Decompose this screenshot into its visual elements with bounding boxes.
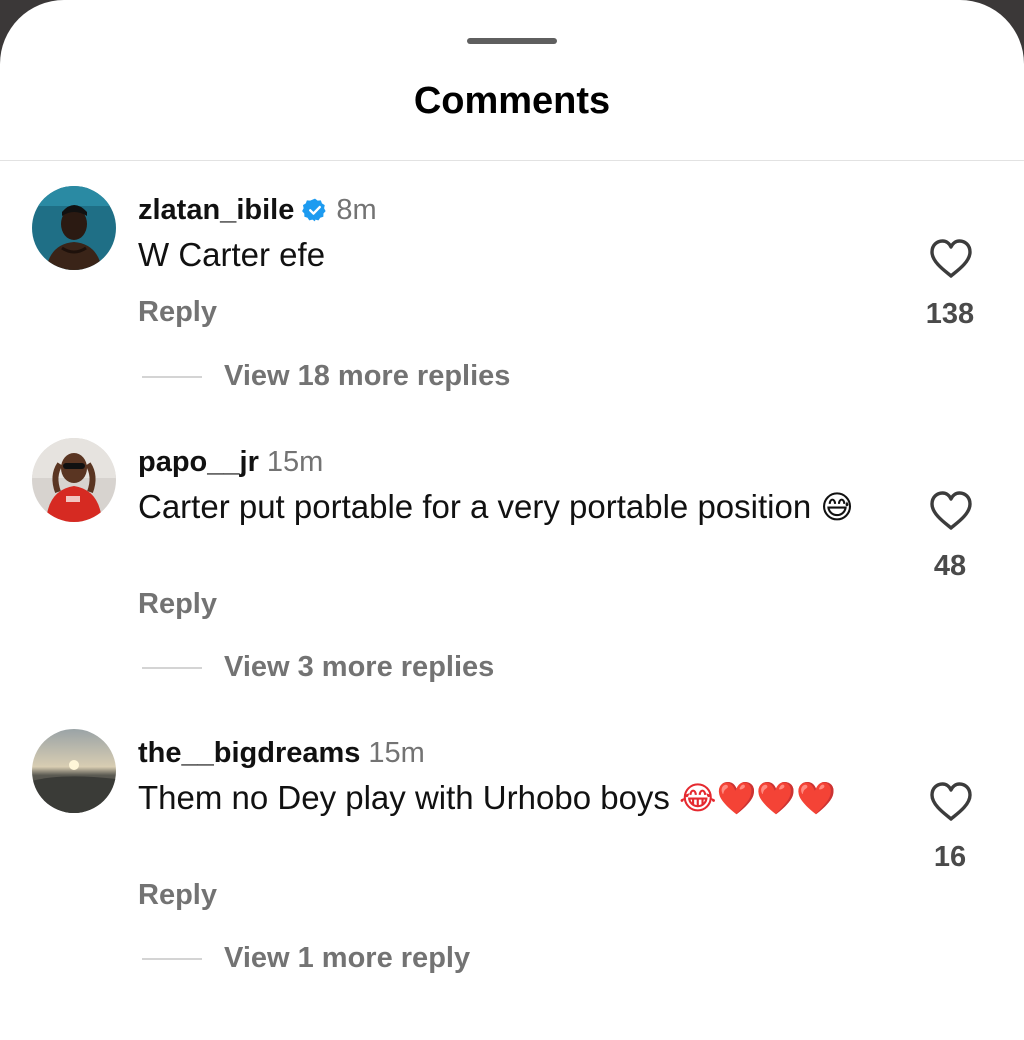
avatar[interactable]: [32, 438, 116, 522]
like-count: 138: [925, 298, 975, 330]
replies-thread-line: [142, 958, 202, 960]
comment-username[interactable]: papo__jr: [138, 446, 259, 479]
sheet-title: Comments: [413, 80, 611, 122]
header-divider: [0, 160, 1024, 161]
reply-button[interactable]: Reply: [138, 296, 217, 329]
comment-username[interactable]: the__bigdreams: [138, 737, 360, 770]
avatar[interactable]: [32, 186, 116, 270]
like-count: 48: [933, 550, 967, 582]
comment-body: W Carter efe: [138, 236, 326, 273]
comment-header: papo__jr 15m: [138, 444, 323, 480]
comment-time: 8m: [336, 193, 377, 226]
comment-time: 15m: [368, 736, 425, 769]
heart-outline-icon[interactable]: [928, 238, 974, 280]
comment-emoji: 😅: [820, 488, 854, 526]
comment-text: W Carter efe: [138, 234, 858, 275]
comment-text: Carter put portable for a very portable …: [138, 486, 858, 528]
heart-outline-icon[interactable]: [928, 490, 974, 532]
comment-text: Them no Dey play with Urhobo boys 😂❤️❤️❤…: [138, 777, 858, 819]
sheet-drag-handle[interactable]: [467, 38, 557, 44]
comment-header: zlatan_ibile 8m: [138, 192, 377, 228]
comment-body: Carter put portable for a very portable …: [138, 488, 812, 525]
view-more-replies-button[interactable]: View 18 more replies: [224, 360, 510, 393]
comment-body: Them no Dey play with Urhobo boys: [138, 779, 670, 816]
verified-badge-icon: [302, 197, 328, 223]
heart-outline-icon[interactable]: [928, 781, 974, 823]
replies-thread-line: [142, 667, 202, 669]
comment-time: 15m: [266, 445, 324, 478]
avatar[interactable]: [32, 729, 116, 813]
comments-sheet: Comments zlatan_ibile 8m W Carter efe Re…: [0, 0, 1024, 1040]
view-more-replies-button[interactable]: View 1 more reply: [224, 942, 470, 975]
comment-username[interactable]: zlatan_ibile: [138, 194, 294, 227]
reply-button[interactable]: Reply: [138, 879, 217, 912]
comment-header: the__bigdreams 15m: [138, 735, 425, 771]
comment-emoji: 😂❤️❤️❤️: [679, 779, 837, 817]
replies-thread-line: [142, 376, 202, 378]
reply-button[interactable]: Reply: [138, 588, 217, 621]
view-more-replies-button[interactable]: View 3 more replies: [224, 651, 494, 684]
like-count: 16: [933, 841, 967, 873]
